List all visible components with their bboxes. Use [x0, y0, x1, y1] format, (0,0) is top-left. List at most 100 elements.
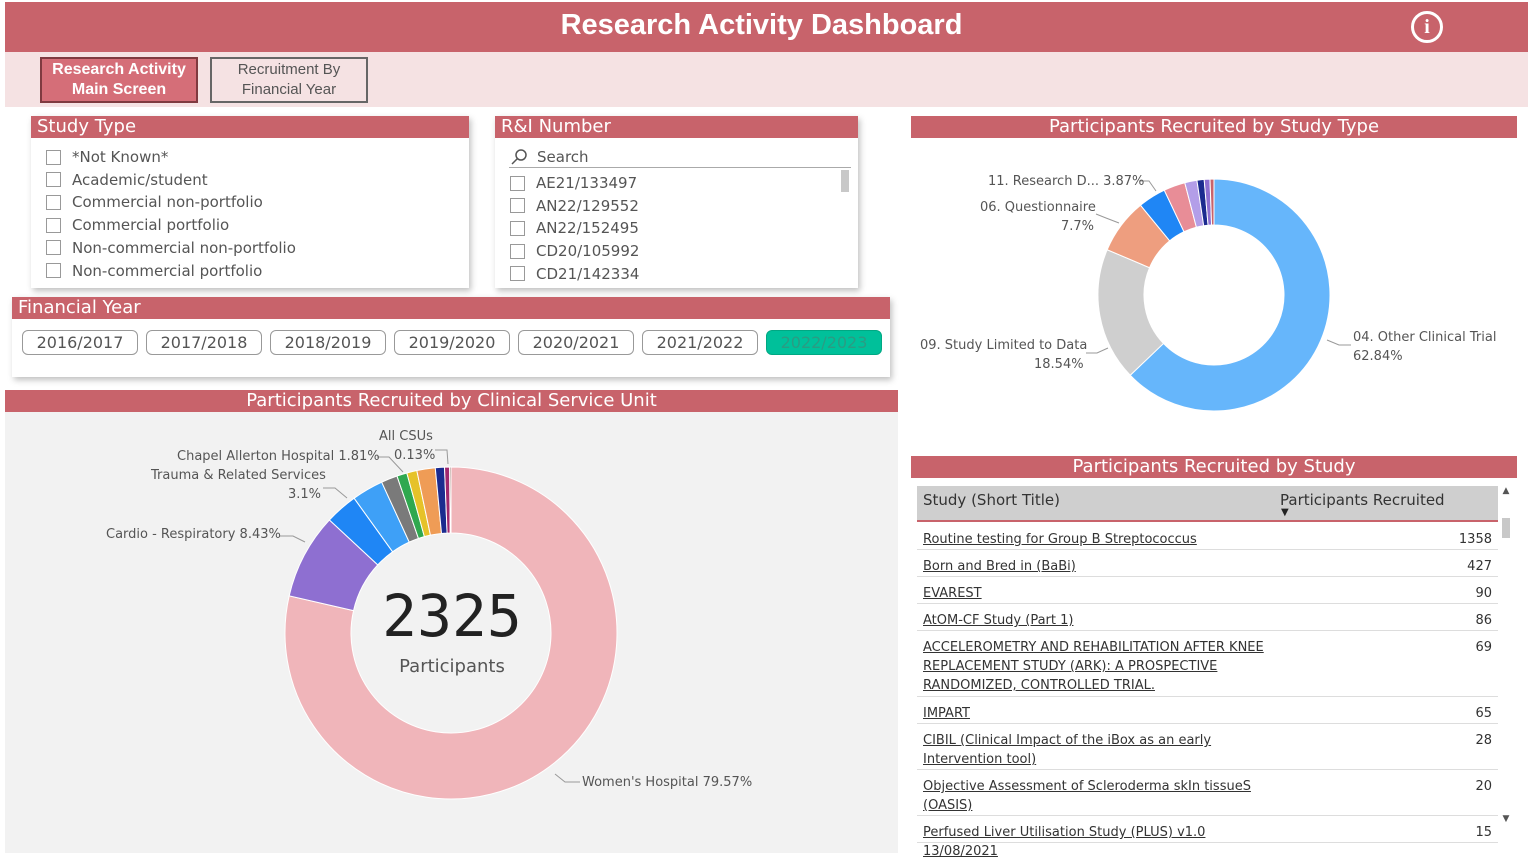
scroll-down-icon[interactable]: ▼: [1500, 814, 1512, 828]
option-label: Commercial portfolio: [72, 216, 230, 235]
checkbox[interactable]: [46, 149, 61, 165]
checkbox[interactable]: [510, 243, 525, 259]
study-link[interactable]: Routine testing for Group B Streptococcu…: [923, 530, 1273, 549]
study-type-option[interactable]: Non-commercial non-portfolio: [46, 237, 296, 259]
participants-value: 86: [1475, 613, 1492, 628]
info-icon[interactable]: i: [1411, 11, 1443, 43]
option-label: AN22/152495: [536, 219, 639, 238]
table-row: Objective Assessment of Scleroderma skIn…: [917, 770, 1498, 816]
option-label: CD20/105992: [536, 242, 640, 261]
study-type-option[interactable]: *Not Known*: [46, 146, 168, 168]
checkbox[interactable]: [510, 266, 525, 282]
ri-number-option[interactable]: CD20/105992: [510, 240, 639, 262]
table-header: Study (Short Title) Participants Recruit…: [917, 486, 1498, 522]
st-label-data: 09. Study Limited to Data: [920, 338, 1088, 353]
option-label: Commercial non-portfolio: [72, 193, 263, 212]
study-type-option[interactable]: Non-commercial portfolio: [46, 260, 262, 282]
checkbox[interactable]: [510, 175, 525, 191]
ri-number-option[interactable]: AN22/129552: [510, 195, 639, 217]
checkbox[interactable]: [46, 240, 61, 256]
ri-number-option[interactable]: AN22/152495: [510, 217, 639, 239]
st-label-other-pct: 62.84%: [1353, 349, 1403, 364]
option-label: *Not Known*: [72, 148, 169, 166]
table-row: CIBIL (Clinical Impact of the iBox as an…: [917, 724, 1498, 770]
checkbox[interactable]: [46, 172, 61, 188]
study-link[interactable]: AtOM-CF Study (Part 1): [923, 611, 1273, 630]
checkbox[interactable]: [46, 194, 61, 210]
study-link[interactable]: Perfused Liver Utilisation Study (PLUS) …: [923, 823, 1273, 860]
table-row: Routine testing for Group B Streptococcu…: [917, 523, 1498, 550]
fy-button[interactable]: 2021/2022: [642, 330, 758, 355]
csu-label-allcsu-pct: 0.13%: [394, 448, 436, 463]
option-label: AE21/133497: [536, 174, 638, 192]
checkbox[interactable]: [510, 198, 525, 214]
option-label: CD21/142334: [536, 264, 640, 283]
participants-value: 65: [1475, 706, 1492, 721]
financial-year-title: Financial Year: [12, 297, 890, 319]
fy-button[interactable]: 2019/2020: [394, 330, 510, 355]
donut-slice[interactable]: [449, 466, 452, 534]
search-placeholder: Search: [537, 147, 589, 166]
scroll-thumb[interactable]: [1502, 518, 1510, 538]
study-link[interactable]: ACCELEROMETRY AND REHABILITATION AFTER K…: [923, 638, 1273, 695]
participants-value: 427: [1467, 559, 1492, 574]
table-row: IMPART 65: [917, 697, 1498, 724]
col-participants-header[interactable]: Participants Recruited: [1280, 491, 1445, 509]
recruitment-by-fy-button[interactable]: Recruitment By Financial Year: [210, 57, 368, 103]
csu-label-trauma: Trauma & Related Services: [151, 468, 326, 483]
ri-number-slicer: R&I Number Search AE21/133497 AN22/129552…: [495, 116, 858, 288]
table-row: Born and Bred in (BaBi) 427: [917, 550, 1498, 577]
table-row: ACCELEROMETRY AND REHABILITATION AFTER K…: [917, 631, 1498, 697]
st-label-questionnaire-pct: 7.7%: [1061, 219, 1095, 234]
fy-button[interactable]: 2016/2017: [22, 330, 138, 355]
table-row: Perfused Liver Utilisation Study (PLUS) …: [917, 816, 1498, 859]
search-icon: [511, 148, 527, 165]
scroll-up-icon[interactable]: ▲: [1500, 486, 1512, 500]
page-title: Research Activity Dashboard: [560, 9, 963, 41]
study-link[interactable]: EVAREST: [923, 584, 1273, 603]
fy-button[interactable]: 2018/2019: [270, 330, 386, 355]
option-label: Academic/student: [72, 170, 208, 189]
study-table-title: Participants Recruited by Study: [911, 456, 1517, 478]
fy-button[interactable]: 2022/2023: [766, 330, 882, 355]
study-link[interactable]: IMPART: [923, 704, 1273, 723]
study-type-option[interactable]: Commercial portfolio: [46, 214, 229, 236]
csu-label-womens: Women's Hospital 79.57%: [582, 775, 753, 790]
option-label: AN22/129552: [536, 196, 639, 215]
option-label: Non-commercial non-portfolio: [72, 238, 296, 257]
table-row: AtOM-CF Study (Part 1) 86: [917, 604, 1498, 631]
fy-button[interactable]: 2017/2018: [146, 330, 262, 355]
st-label-research: 11. Research D... 3.87%: [988, 174, 1145, 189]
study-type-title: Study Type: [31, 116, 469, 138]
study-type-slicer: Study Type *Not Known* Academic/student Co…: [31, 116, 469, 288]
st-label-questionnaire: 06. Questionnaire: [980, 200, 1096, 215]
participants-value: 90: [1475, 586, 1492, 601]
ri-search-input[interactable]: Search: [509, 146, 851, 168]
study-type-chart-title: Participants Recruited by Study Type: [911, 116, 1517, 138]
checkbox[interactable]: [46, 217, 61, 233]
fy-button[interactable]: 2020/2021: [518, 330, 634, 355]
study-link[interactable]: CIBIL (Clinical Impact of the iBox as an…: [923, 731, 1273, 769]
study-link[interactable]: Objective Assessment of Scleroderma skIn…: [923, 777, 1273, 815]
participants-value: 1358: [1458, 532, 1492, 547]
checkbox[interactable]: [46, 263, 61, 278]
table-row: EVAREST 90: [917, 577, 1498, 604]
ri-number-title: R&I Number: [495, 116, 858, 138]
study-type-option[interactable]: Commercial non-portfolio: [46, 191, 263, 213]
table-scrollbar[interactable]: ▲ ▼: [1500, 486, 1512, 840]
ri-number-option[interactable]: CD21/142334: [510, 263, 639, 285]
option-label: Non-commercial portfolio: [72, 261, 263, 280]
col-study-header[interactable]: Study (Short Title): [923, 491, 1060, 509]
csu-label-trauma-pct: 3.1%: [288, 487, 322, 502]
csu-label-chapel: Chapel Allerton Hospital 1.81%: [177, 449, 380, 464]
study-link[interactable]: Born and Bred in (BaBi): [923, 557, 1273, 576]
checkbox[interactable]: [510, 220, 525, 236]
sort-desc-icon: ▼: [1281, 507, 1289, 518]
participants-value: 15: [1475, 825, 1492, 840]
ri-number-option[interactable]: AE21/133497: [510, 172, 637, 194]
ri-scrollbar[interactable]: [841, 170, 849, 192]
main-screen-button[interactable]: Research Activity Main Screen: [40, 57, 198, 103]
study-type-option[interactable]: Academic/student: [46, 169, 208, 191]
participants-value: 20: [1475, 779, 1492, 794]
total-participants-label: Participants: [399, 656, 505, 677]
